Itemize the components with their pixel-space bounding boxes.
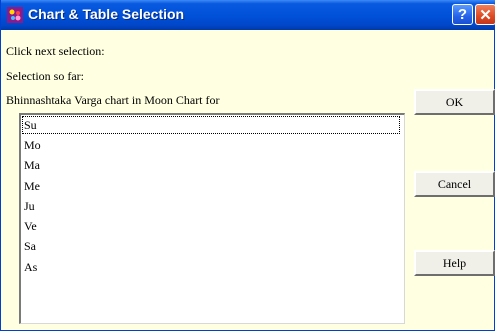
- list-item[interactable]: As: [23, 258, 37, 276]
- current-selection-text: Bhinnashtaka Varga chart in Moon Chart f…: [6, 93, 220, 107]
- ok-button[interactable]: OK: [414, 89, 495, 115]
- close-icon: ✕: [479, 6, 492, 24]
- list-item[interactable]: Mo: [23, 136, 41, 154]
- chart-table-selection-dialog: Chart & Table Selection ? ✕ Click next s…: [0, 0, 495, 331]
- close-button[interactable]: ✕: [475, 4, 495, 25]
- list-item[interactable]: Sa: [23, 237, 36, 255]
- list-item[interactable]: Ve: [23, 217, 37, 235]
- help-button[interactable]: Help: [414, 250, 495, 276]
- app-icon: [7, 7, 23, 23]
- list-item[interactable]: Su: [22, 116, 400, 134]
- window-title: Chart & Table Selection: [28, 6, 185, 22]
- help-title-button[interactable]: ?: [452, 4, 473, 25]
- list-item[interactable]: Me: [23, 177, 40, 195]
- instruction-label: Click next selection:: [6, 44, 105, 58]
- selection-so-far-label: Selection so far:: [6, 69, 84, 83]
- selection-listbox[interactable]: Su Mo Ma Me Ju Ve Sa As: [19, 113, 405, 324]
- question-icon: ?: [457, 6, 468, 23]
- list-item[interactable]: Ju: [23, 197, 35, 215]
- cancel-button[interactable]: Cancel: [414, 171, 495, 197]
- title-bar[interactable]: Chart & Table Selection ? ✕: [1, 0, 495, 30]
- list-item[interactable]: Ma: [23, 156, 40, 174]
